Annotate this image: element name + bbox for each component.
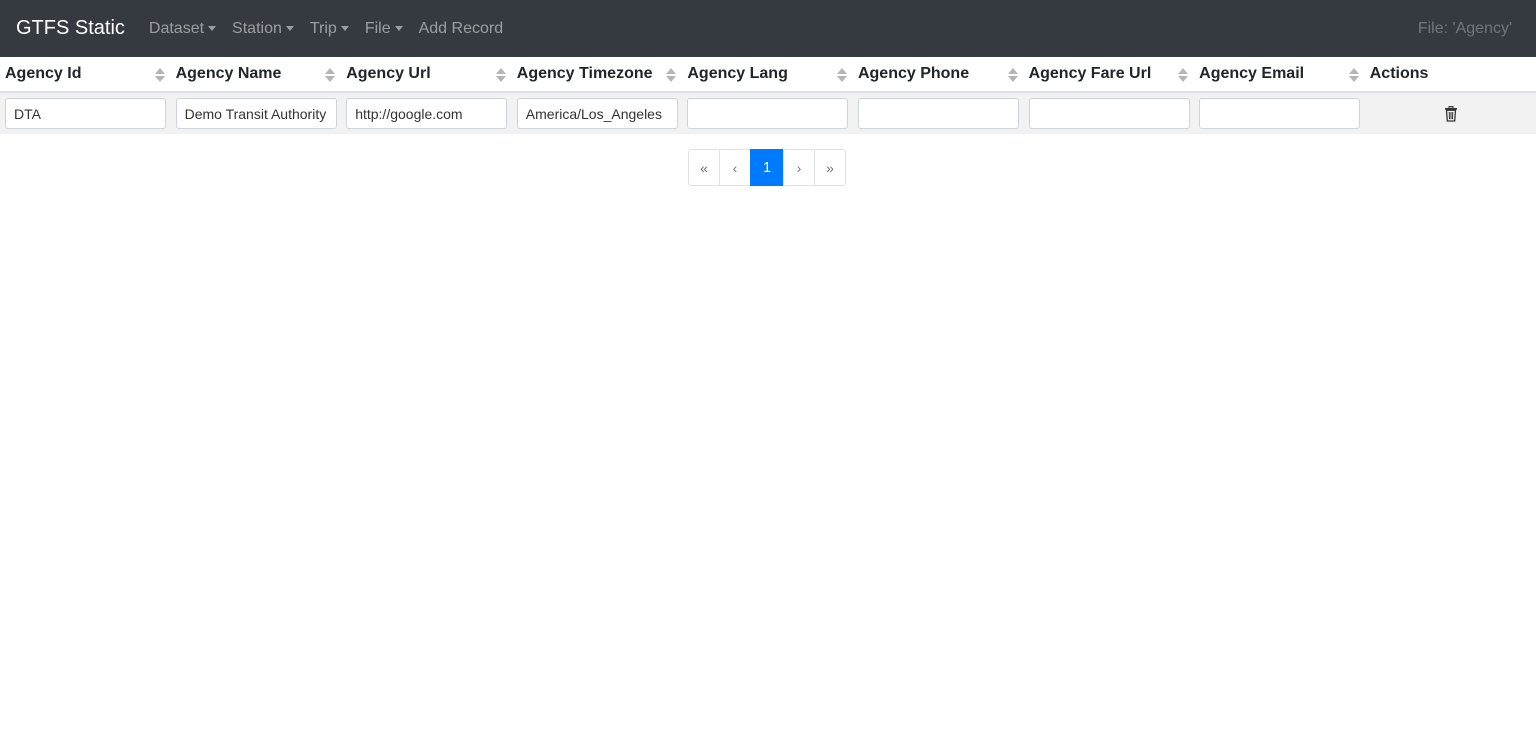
table-cell: [511, 92, 683, 134]
caret-down-icon: [394, 26, 403, 31]
caret-down-icon: [208, 26, 217, 31]
first-page-button[interactable]: «: [688, 149, 720, 186]
brand-title[interactable]: GTFS Static: [16, 17, 125, 40]
agency-timezone-input[interactable]: [516, 98, 678, 129]
table-header-row: Agency Id Agency Name Agency Url Agency …: [0, 57, 1536, 93]
current-file-label: File: 'Agency': [1417, 19, 1512, 37]
table-row: [0, 92, 1536, 134]
table-cell: [1023, 92, 1195, 134]
column-header-agency-fare-url[interactable]: Agency Fare Url: [1023, 57, 1195, 93]
agency-table: Agency Id Agency Name Agency Url Agency …: [0, 57, 1536, 134]
table-cell-actions: [1364, 92, 1536, 134]
next-page-button[interactable]: ›: [783, 149, 815, 186]
agency-name-input[interactable]: [175, 98, 337, 129]
column-label: Agency Url: [346, 65, 431, 82]
trash-icon[interactable]: [1444, 105, 1458, 122]
caret-down-icon: [285, 26, 294, 31]
column-label: Agency Fare Url: [1028, 65, 1152, 82]
prev-page-button[interactable]: ‹: [719, 149, 751, 186]
sort-icon[interactable]: [1178, 68, 1189, 82]
table-cell: [682, 92, 853, 134]
agency-id-input[interactable]: [5, 98, 166, 129]
sort-icon[interactable]: [836, 68, 847, 82]
agency-email-input[interactable]: [1199, 98, 1361, 129]
agency-fare-url-input[interactable]: [1028, 98, 1190, 129]
column-label: Agency Name: [175, 65, 282, 82]
nav-station-dropdown[interactable]: Station: [232, 20, 294, 38]
column-header-agency-lang[interactable]: Agency Lang: [682, 57, 853, 93]
sort-icon[interactable]: [495, 68, 506, 82]
nav-dataset-label: Dataset: [148, 19, 205, 37]
table-cell: [0, 92, 171, 134]
table-cell: [170, 92, 342, 134]
column-label: Agency Phone: [857, 65, 970, 82]
column-label: Agency Timezone: [516, 65, 653, 82]
agency-url-input[interactable]: [346, 98, 508, 129]
column-label: Agency Email: [1199, 65, 1305, 82]
column-header-agency-name[interactable]: Agency Name: [170, 57, 342, 93]
nav-station-label: Station: [232, 19, 282, 37]
sort-icon[interactable]: [1348, 68, 1359, 82]
add-record-link[interactable]: Add Record: [419, 20, 504, 38]
column-header-actions: Actions: [1364, 57, 1536, 93]
column-header-agency-timezone[interactable]: Agency Timezone: [511, 57, 683, 93]
column-header-agency-email[interactable]: Agency Email: [1194, 57, 1365, 93]
nav-trip-dropdown[interactable]: Trip: [310, 20, 349, 38]
column-header-agency-id[interactable]: Agency Id: [0, 57, 171, 93]
column-label: Agency Id: [5, 65, 82, 82]
pagination: « ‹ 1 › »: [688, 149, 846, 186]
column-label: Agency Lang: [687, 65, 788, 82]
agency-lang-input[interactable]: [687, 98, 849, 129]
last-page-button[interactable]: »: [814, 149, 846, 186]
column-header-agency-url[interactable]: Agency Url: [341, 57, 512, 93]
table-cell: [341, 92, 512, 134]
nav-trip-label: Trip: [309, 19, 337, 37]
add-record-label: Add Record: [418, 19, 504, 37]
nav-file-dropdown[interactable]: File: [365, 20, 403, 38]
agency-phone-input[interactable]: [857, 98, 1019, 129]
sort-icon[interactable]: [666, 68, 677, 82]
table-cell: [1194, 92, 1365, 134]
caret-down-icon: [340, 26, 349, 31]
current-page-button[interactable]: 1: [750, 149, 784, 186]
column-header-agency-phone[interactable]: Agency Phone: [852, 57, 1024, 93]
table-cell: [852, 92, 1024, 134]
nav-file-label: File: [364, 19, 391, 37]
top-navbar: GTFS Static Dataset Station Trip File Ad…: [0, 0, 1536, 57]
sort-icon[interactable]: [154, 68, 165, 82]
sort-icon[interactable]: [325, 68, 336, 82]
nav-dataset-dropdown[interactable]: Dataset: [148, 19, 217, 38]
sort-icon[interactable]: [1007, 68, 1018, 82]
column-label: Actions: [1369, 65, 1429, 82]
